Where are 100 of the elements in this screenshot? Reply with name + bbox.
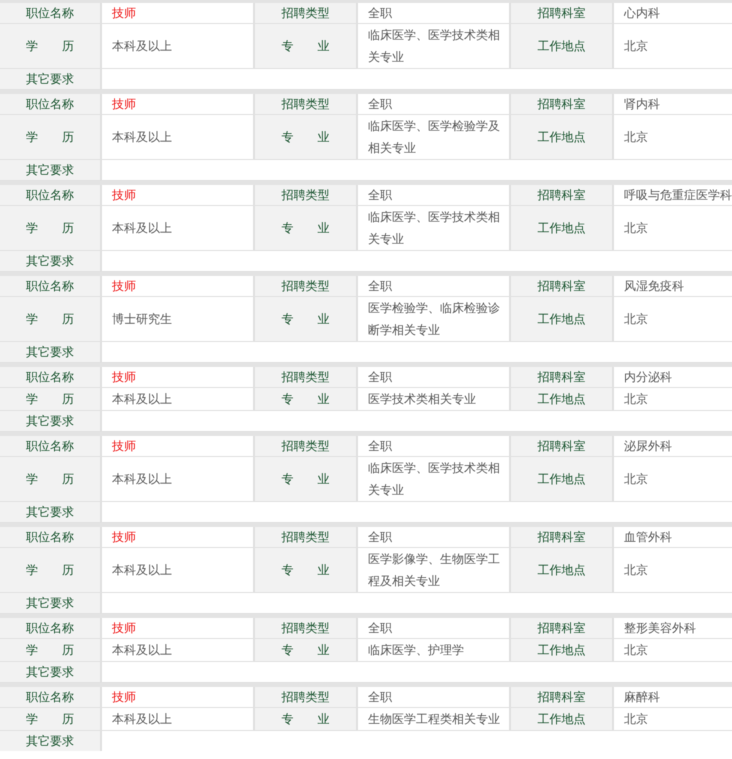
table-cell: 全职 xyxy=(358,436,509,456)
field-label: 招聘类型 xyxy=(255,3,356,23)
field-label: 招聘类型 xyxy=(255,436,356,456)
field-label: 其它要求 xyxy=(0,411,100,431)
table-cell: 全职 xyxy=(358,276,509,296)
table-cell: 泌尿外科 xyxy=(614,436,732,456)
field-label: 学 历 xyxy=(0,206,100,250)
field-label: 职位名称 xyxy=(0,276,100,296)
table-cell: 北京 xyxy=(614,388,732,410)
field-label: 招聘类型 xyxy=(255,618,356,638)
field-label: 专 业 xyxy=(255,708,356,730)
field-label: 学 历 xyxy=(0,388,100,410)
table-cell: 北京 xyxy=(614,639,732,661)
table-cell: 内分泌科 xyxy=(614,367,732,387)
field-label: 招聘类型 xyxy=(255,687,356,707)
table-cell: 医学技术类相关专业 xyxy=(358,388,509,410)
field-label: 学 历 xyxy=(0,457,100,501)
field-label: 专 业 xyxy=(255,115,356,159)
field-label: 其它要求 xyxy=(0,160,100,180)
table-cell: 麻醉科 xyxy=(614,687,732,707)
position-title: 技师 xyxy=(102,276,253,296)
table-cell: 北京 xyxy=(614,115,732,159)
field-label: 工作地点 xyxy=(511,639,612,661)
field-label: 招聘类型 xyxy=(255,367,356,387)
table-cell: 博士研究生 xyxy=(102,297,253,341)
field-label: 工作地点 xyxy=(511,297,612,341)
table-cell: 本科及以上 xyxy=(102,457,253,501)
position-title: 技师 xyxy=(102,687,253,707)
field-label: 工作地点 xyxy=(511,206,612,250)
field-label: 专 业 xyxy=(255,639,356,661)
table-cell: 临床医学、医学检验学及相关专业 xyxy=(358,115,509,159)
field-label: 专 业 xyxy=(255,548,356,592)
field-label: 专 业 xyxy=(255,297,356,341)
position-title: 技师 xyxy=(102,527,253,547)
field-label: 职位名称 xyxy=(0,367,100,387)
field-label: 招聘类型 xyxy=(255,185,356,205)
table-cell: 本科及以上 xyxy=(102,548,253,592)
table-cell: 整形美容外科 xyxy=(614,618,732,638)
field-label: 职位名称 xyxy=(0,687,100,707)
table-cell: 全职 xyxy=(358,185,509,205)
table-cell: 北京 xyxy=(614,297,732,341)
field-label: 招聘类型 xyxy=(255,276,356,296)
position-title: 技师 xyxy=(102,367,253,387)
table-cell: 全职 xyxy=(358,3,509,23)
field-label: 招聘科室 xyxy=(511,687,612,707)
field-label: 工作地点 xyxy=(511,388,612,410)
field-label: 工作地点 xyxy=(511,115,612,159)
table-cell: 风湿免疫科 xyxy=(614,276,732,296)
table-cell: 心内科 xyxy=(614,3,732,23)
field-label: 其它要求 xyxy=(0,69,100,89)
table-cell: 本科及以上 xyxy=(102,115,253,159)
table-cell: 本科及以上 xyxy=(102,388,253,410)
field-label: 其它要求 xyxy=(0,662,100,682)
table-cell: 北京 xyxy=(614,206,732,250)
table-cell: 临床医学、医学技术类相关专业 xyxy=(358,457,509,501)
table-cell: 生物医学工程类相关专业 xyxy=(358,708,509,730)
field-label: 工作地点 xyxy=(511,548,612,592)
position-title: 技师 xyxy=(102,436,253,456)
field-label: 学 历 xyxy=(0,548,100,592)
table-cell: 本科及以上 xyxy=(102,639,253,661)
table-cell: 临床医学、医学技术类相关专业 xyxy=(358,206,509,250)
table-cell: 全职 xyxy=(358,367,509,387)
table-cell: 北京 xyxy=(614,548,732,592)
table-cell: 医学检验学、临床检验诊断学相关专业 xyxy=(358,297,509,341)
field-label: 职位名称 xyxy=(0,527,100,547)
field-label: 招聘科室 xyxy=(511,367,612,387)
field-label: 专 业 xyxy=(255,457,356,501)
field-label: 其它要求 xyxy=(0,593,100,613)
table-cell: 呼吸与危重症医学科 xyxy=(614,185,732,205)
field-label: 招聘类型 xyxy=(255,527,356,547)
table-cell: 本科及以上 xyxy=(102,24,253,68)
field-label: 招聘科室 xyxy=(511,618,612,638)
field-label: 招聘科室 xyxy=(511,3,612,23)
field-label: 招聘科室 xyxy=(511,527,612,547)
field-label: 专 业 xyxy=(255,388,356,410)
field-label: 职位名称 xyxy=(0,94,100,114)
table-cell: 医学影像学、生物医学工程及相关专业 xyxy=(358,548,509,592)
field-label: 其它要求 xyxy=(0,731,100,751)
field-label: 招聘科室 xyxy=(511,94,612,114)
field-label: 招聘科室 xyxy=(511,276,612,296)
field-label: 学 历 xyxy=(0,639,100,661)
field-label: 职位名称 xyxy=(0,436,100,456)
table-cell: 血管外科 xyxy=(614,527,732,547)
field-label: 招聘科室 xyxy=(511,436,612,456)
table-cell: 北京 xyxy=(614,24,732,68)
position-title: 技师 xyxy=(102,94,253,114)
field-label: 工作地点 xyxy=(511,457,612,501)
position-title: 技师 xyxy=(102,3,253,23)
field-label: 学 历 xyxy=(0,297,100,341)
field-label: 其它要求 xyxy=(0,251,100,271)
table-cell: 临床医学、护理学 xyxy=(358,639,509,661)
field-label: 招聘类型 xyxy=(255,94,356,114)
table-cell: 本科及以上 xyxy=(102,708,253,730)
field-label: 工作地点 xyxy=(511,708,612,730)
table-cell: 肾内科 xyxy=(614,94,732,114)
field-label: 学 历 xyxy=(0,115,100,159)
table-cell: 全职 xyxy=(358,618,509,638)
field-label: 职位名称 xyxy=(0,618,100,638)
field-label: 学 历 xyxy=(0,708,100,730)
field-label: 专 业 xyxy=(255,206,356,250)
